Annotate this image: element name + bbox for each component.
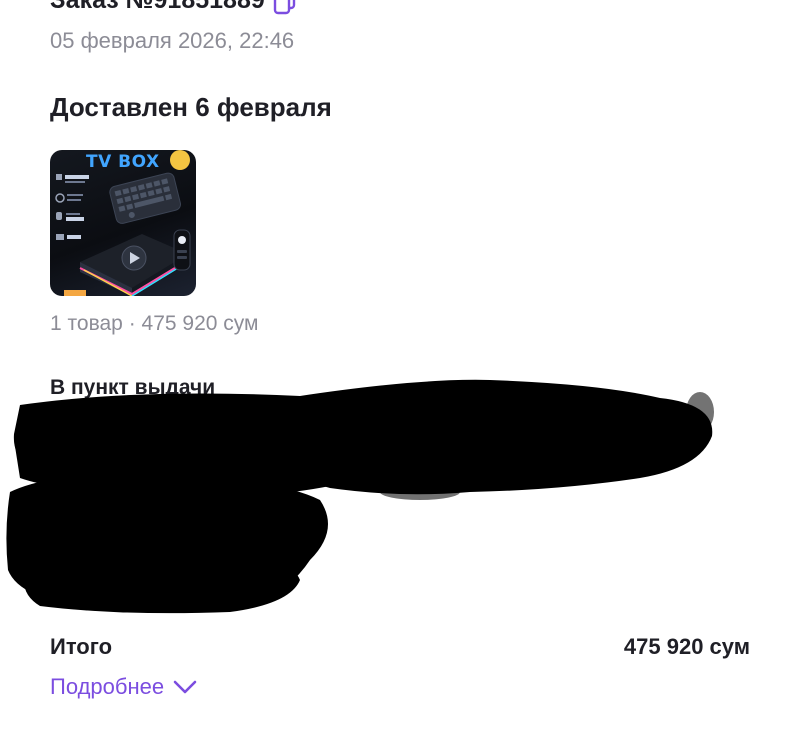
pickup-heading: В пункт выдачи: [50, 376, 216, 399]
product-thumbnail[interactable]: TV BOX: [50, 150, 196, 296]
copy-icon[interactable]: [271, 0, 299, 17]
order-number: Заказ №91851889: [50, 0, 265, 14]
more-details-link[interactable]: Подробнее: [50, 674, 198, 700]
chevron-down-icon: [173, 680, 197, 694]
items-summary: 1 товар · 475 920 сум: [50, 312, 259, 335]
order-title: Заказ №91851889: [50, 0, 299, 15]
delivery-status: Доставлен 6 февраля: [50, 92, 332, 122]
total-value: 475 920 сум: [623, 634, 750, 659]
order-date: 05 февраля 2026, 22:46: [50, 28, 295, 53]
more-details-label: Подробнее: [50, 674, 165, 699]
total-label: Итого: [50, 634, 113, 659]
